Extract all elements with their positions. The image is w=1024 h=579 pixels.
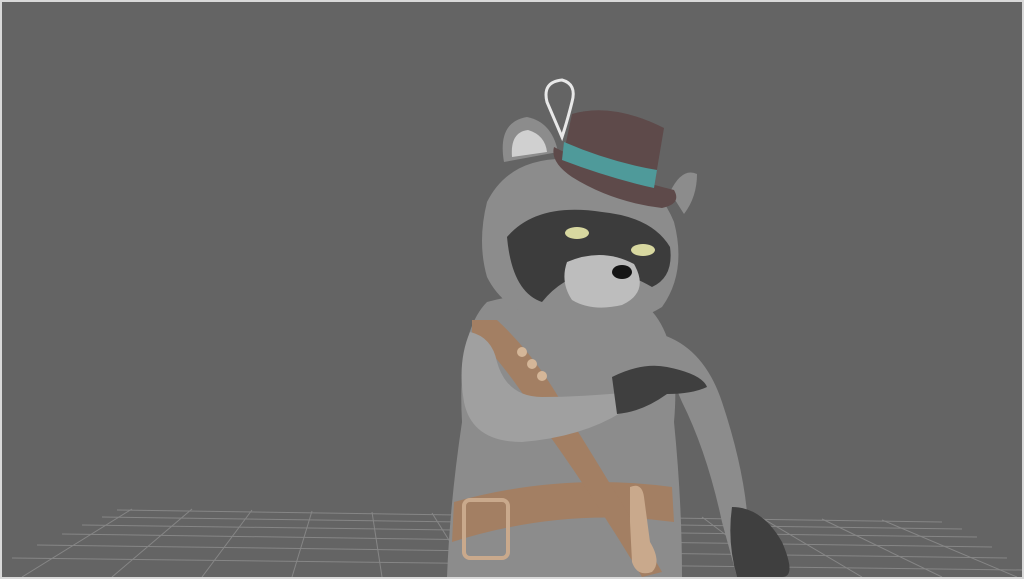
raccoon-left-eye [565,227,589,239]
3d-viewport[interactable] [0,0,1024,579]
raccoon-right-hand [730,507,790,577]
raccoon-nose [612,265,632,279]
raccoon-right-eye [631,244,655,256]
raccoon-snout [564,254,640,308]
raccoon-character[interactable] [447,78,790,577]
viewport-scene[interactable] [2,2,1022,577]
